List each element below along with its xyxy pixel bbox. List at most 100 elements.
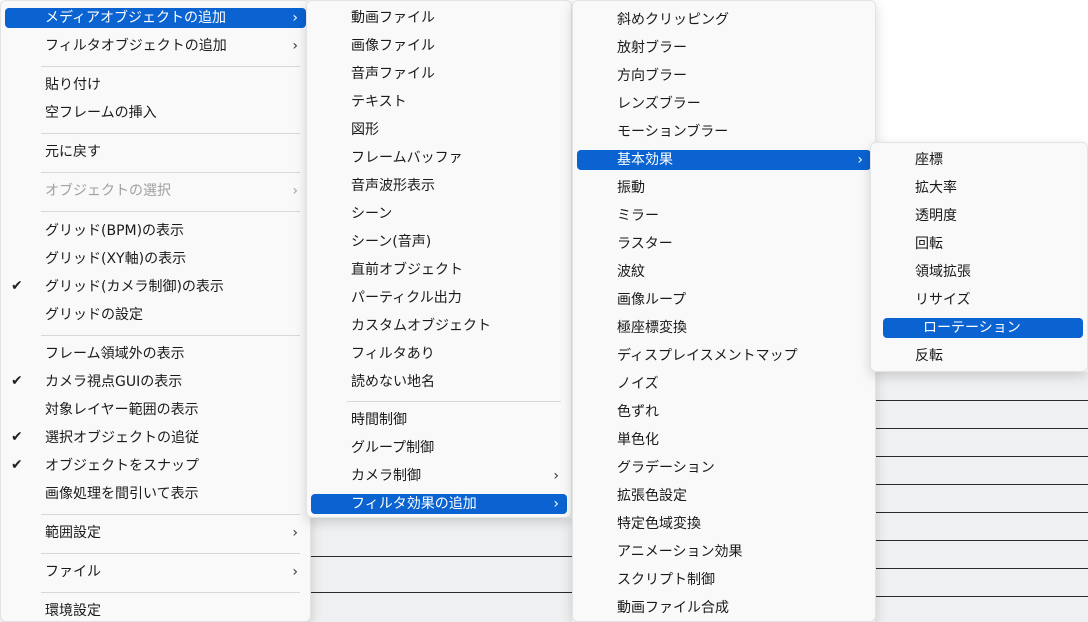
- chevron-right-icon: ›: [292, 183, 298, 199]
- chevron-right-icon: ›: [857, 152, 863, 168]
- menu-item-extended-color[interactable]: 拡張色設定: [577, 486, 871, 506]
- menu-item-scene[interactable]: シーン: [311, 204, 567, 224]
- menu-separator: [41, 514, 300, 515]
- menu-item-add-media-object[interactable]: メディアオブジェクトの追加 ›: [5, 8, 306, 28]
- menu-item-insert-empty-frame[interactable]: 空フレームの挿入: [5, 103, 306, 123]
- checkmark-icon: ✔: [11, 429, 23, 445]
- menu-item-lens-blur[interactable]: レンズブラー: [577, 94, 871, 114]
- menu-separator: [41, 211, 300, 212]
- menu-item-color-shift[interactable]: 色ずれ: [577, 402, 871, 422]
- menu-item-scene-audio[interactable]: シーン(音声): [311, 232, 567, 252]
- menu-item-unreadable-place[interactable]: 読めない地名: [311, 372, 567, 392]
- menu-item-raster[interactable]: ラスター: [577, 234, 871, 254]
- timeline-layer-line: [875, 512, 1088, 513]
- timeline-layer-line: [875, 568, 1088, 569]
- menu-item-custom-object[interactable]: カスタムオブジェクト: [311, 316, 567, 336]
- filter-effect-submenu: 斜めクリッピング 放射ブラー 方向ブラー レンズブラー モーションブラー 基本効…: [572, 0, 876, 622]
- menu-item-paste[interactable]: 貼り付け: [5, 75, 306, 95]
- menu-separator: [347, 401, 561, 402]
- checkmark-icon: ✔: [11, 457, 23, 473]
- menu-item-previous-object[interactable]: 直前オブジェクト: [311, 260, 567, 280]
- basic-effects-submenu: 座標 拡大率 透明度 回転 領域拡張 リサイズ ローテーション 反転: [870, 142, 1088, 372]
- chevron-right-icon: ›: [292, 38, 298, 54]
- menu-item-displacement-map[interactable]: ディスプレイスメントマップ: [577, 346, 871, 366]
- menu-separator: [41, 335, 300, 336]
- menu-item-rotation[interactable]: ローテーション: [883, 318, 1083, 338]
- menu-item-snap-object[interactable]: ✔ オブジェクトをスナップ: [5, 456, 306, 476]
- menu-separator: [41, 592, 300, 593]
- chevron-right-icon: ›: [292, 10, 298, 26]
- menu-item-opacity[interactable]: 透明度: [875, 206, 1083, 226]
- menu-item-grid-settings[interactable]: グリッドの設定: [5, 305, 306, 325]
- menu-item-monochrome[interactable]: 単色化: [577, 430, 871, 450]
- timeline-area: [306, 518, 572, 622]
- menu-item-video-file[interactable]: 動画ファイル: [311, 8, 567, 28]
- menu-item-diagonal-clipping[interactable]: 斜めクリッピング: [577, 10, 871, 30]
- menu-separator: [41, 553, 300, 554]
- chevron-right-icon: ›: [553, 496, 559, 512]
- menu-item-add-filter-effect[interactable]: フィルタ効果の追加 ›: [311, 494, 567, 514]
- timeline-layer-line: [875, 400, 1088, 401]
- menu-item-with-filter[interactable]: フィルタあり: [311, 344, 567, 364]
- timeline-layer-line: [875, 456, 1088, 457]
- menu-item-target-layer-range[interactable]: 対象レイヤー範囲の表示: [5, 400, 306, 420]
- chevron-right-icon: ›: [292, 525, 298, 541]
- menu-item-undo[interactable]: 元に戻す: [5, 142, 306, 162]
- menu-item-area-expand[interactable]: 領域拡張: [875, 262, 1083, 282]
- menu-item-script-control[interactable]: スクリプト制御: [577, 570, 871, 590]
- menu-item-radial-blur[interactable]: 放射ブラー: [577, 38, 871, 58]
- menu-item-noise[interactable]: ノイズ: [577, 374, 871, 394]
- context-menu: メディアオブジェクトの追加 › フィルタオブジェクトの追加 › 貼り付け 空フレーム…: [0, 0, 311, 622]
- menu-item-select-object: オブジェクトの選択 ›: [45, 183, 298, 199]
- menu-item-range-settings[interactable]: 範囲設定 ›: [5, 523, 306, 543]
- menu-item-preferences[interactable]: 環境設定: [5, 601, 306, 621]
- menu-item-image-loop[interactable]: 画像ループ: [577, 290, 871, 310]
- menu-item-basic-effects[interactable]: 基本効果 ›: [577, 150, 871, 170]
- menu-item-shape[interactable]: 図形: [311, 120, 567, 140]
- menu-item-time-control[interactable]: 時間制御: [311, 410, 567, 430]
- media-object-submenu: 動画ファイル 画像ファイル 音声ファイル テキスト 図形 フレームバッファ 音声…: [306, 0, 572, 518]
- menu-item-motion-blur[interactable]: モーションブラー: [577, 122, 871, 142]
- menu-item-audio-file[interactable]: 音声ファイル: [311, 64, 567, 84]
- menu-item-group-control[interactable]: グループ制御: [311, 438, 567, 458]
- menu-item-gradation[interactable]: グラデーション: [577, 458, 871, 478]
- timeline-area: [875, 372, 1088, 622]
- menu-item-directional-blur[interactable]: 方向ブラー: [577, 66, 871, 86]
- menu-item-particle-output[interactable]: パーティクル出力: [311, 288, 567, 308]
- menu-item-grid-xy[interactable]: グリッド(XY軸)の表示: [5, 249, 306, 269]
- menu-item-mirror[interactable]: ミラー: [577, 206, 871, 226]
- menu-item-show-outside-frame[interactable]: フレーム領域外の表示: [5, 344, 306, 364]
- menu-item-animation-effect[interactable]: アニメーション効果: [577, 542, 871, 562]
- timeline-layer-line: [875, 484, 1088, 485]
- menu-item-scale[interactable]: 拡大率: [875, 178, 1083, 198]
- menu-item-camera-control[interactable]: カメラ制御 ›: [311, 466, 567, 486]
- menu-item-audio-waveform[interactable]: 音声波形表示: [311, 176, 567, 196]
- menu-item-grid-bpm[interactable]: グリッド(BPM)の表示: [5, 221, 306, 241]
- menu-item-flip[interactable]: 反転: [875, 346, 1083, 366]
- menu-item-add-filter-object[interactable]: フィルタオブジェクトの追加 ›: [5, 36, 306, 56]
- menu-item-follow-selection[interactable]: ✔ 選択オブジェクトの追従: [5, 428, 306, 448]
- menu-item-camera-gui[interactable]: ✔ カメラ視点GUIの表示: [5, 372, 306, 392]
- menu-item-text[interactable]: テキスト: [311, 92, 567, 112]
- menu-separator: [41, 66, 300, 67]
- timeline-layer-line: [875, 596, 1088, 597]
- menu-item-frame-buffer[interactable]: フレームバッファ: [311, 148, 567, 168]
- chevron-right-icon: ›: [553, 468, 559, 484]
- chevron-right-icon: ›: [292, 564, 298, 580]
- menu-item-image-file[interactable]: 画像ファイル: [311, 36, 567, 56]
- menu-item-color-range-convert[interactable]: 特定色域変換: [577, 514, 871, 534]
- timeline-layer-line: [306, 556, 572, 557]
- checkmark-icon: ✔: [11, 373, 23, 389]
- menu-item-rotate[interactable]: 回転: [875, 234, 1083, 254]
- menu-item-polar-transform[interactable]: 極座標変換: [577, 318, 871, 338]
- menu-item-ripple[interactable]: 波紋: [577, 262, 871, 282]
- timeline-layer-line: [306, 592, 572, 593]
- menu-item-grid-camera[interactable]: ✔ グリッド(カメラ制御)の表示: [5, 277, 306, 297]
- menu-item-resize[interactable]: リサイズ: [875, 290, 1083, 310]
- menu-item-thin-image-processing[interactable]: 画像処理を間引いて表示: [5, 484, 306, 504]
- menu-item-coordinates[interactable]: 座標: [875, 150, 1083, 170]
- menu-item-video-composite[interactable]: 動画ファイル合成: [577, 598, 871, 618]
- menu-item-vibration[interactable]: 振動: [577, 178, 871, 198]
- menu-item-file[interactable]: ファイル ›: [5, 562, 306, 582]
- timeline-layer-line: [875, 428, 1088, 429]
